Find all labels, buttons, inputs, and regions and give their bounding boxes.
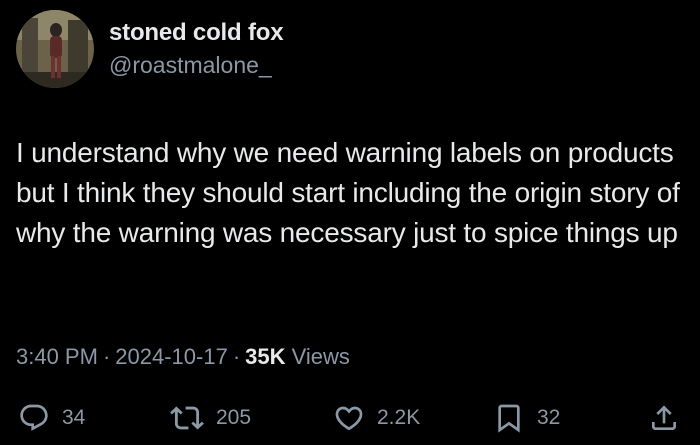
share-button[interactable] <box>648 398 680 438</box>
tweet-text: I understand why we need warning labels … <box>16 137 680 248</box>
meta-separator: · <box>102 344 111 369</box>
bookmark-button[interactable]: 32 <box>493 398 560 438</box>
views-label: Views <box>291 344 350 369</box>
reply-count: 34 <box>62 406 86 429</box>
repost-count: 205 <box>216 406 252 429</box>
like-button[interactable]: 2.2K <box>333 398 420 438</box>
repost-icon <box>170 401 204 435</box>
repost-button[interactable]: 205 <box>170 398 251 438</box>
like-icon <box>333 402 365 434</box>
author-handle[interactable]: @roastmalone_ <box>109 50 283 80</box>
tweet-actions: 34 205 2.2K 32 <box>0 398 700 438</box>
bookmark-icon <box>493 402 525 434</box>
bookmark-count: 32 <box>537 406 561 429</box>
author-display-name[interactable]: stoned cold fox <box>109 18 284 48</box>
meta-separator: · <box>232 344 241 369</box>
views-count: 35K <box>245 344 286 369</box>
tweet-date[interactable]: 2024-10-17 <box>115 344 228 369</box>
reply-button[interactable]: 34 <box>18 398 85 438</box>
reply-icon <box>18 402 50 434</box>
avatar[interactable] <box>16 10 94 88</box>
tweet-time[interactable]: 3:40 PM <box>16 344 98 369</box>
tweet-header: stoned cold fox @roastmalone_ <box>16 10 284 88</box>
like-count: 2.2K <box>377 406 421 429</box>
share-icon <box>648 402 680 434</box>
tweet-meta: 3:40 PM · 2024-10-17 · 35K Views <box>16 341 350 373</box>
